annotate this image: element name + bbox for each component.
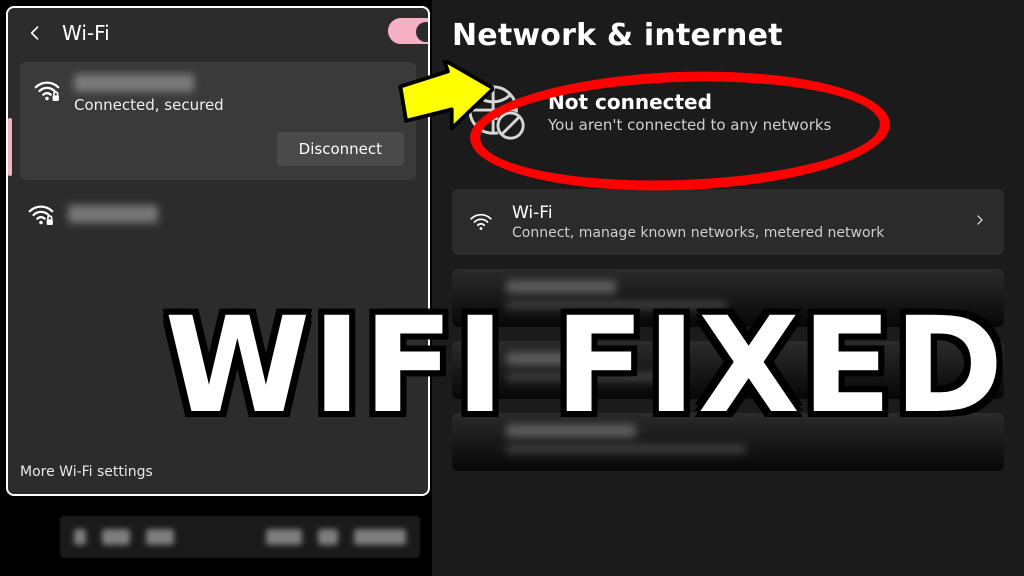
globe-disconnected-icon	[466, 81, 528, 143]
taskbar-redacted	[266, 529, 302, 545]
settings-page-title: Network & internet	[452, 18, 1004, 53]
wifi-panel-title: Wi-Fi	[62, 21, 110, 45]
taskbar-redacted	[354, 529, 406, 545]
settings-row-redacted	[452, 341, 1004, 399]
toggle-knob	[416, 22, 430, 42]
settings-row-redacted	[452, 269, 1004, 327]
settings-row-redacted	[452, 413, 1004, 471]
connection-status-text: Not connected You aren't connected to an…	[548, 90, 831, 134]
wifi-toggle[interactable]	[388, 18, 430, 44]
chevron-right-icon	[972, 212, 988, 232]
back-button[interactable]	[22, 20, 48, 46]
thumbnail-stage: Wi-Fi Connected, secured D	[0, 0, 1024, 576]
arrow-left-icon	[25, 23, 45, 43]
wifi-panel-header: Wi-Fi	[20, 18, 416, 58]
ssid-redacted	[68, 205, 158, 223]
available-network-item[interactable]	[20, 198, 416, 230]
wifi-secured-icon	[32, 76, 62, 106]
wifi-quick-panel: Wi-Fi Connected, secured D	[6, 6, 430, 496]
taskbar-redacted	[74, 529, 86, 545]
selection-accent	[8, 118, 12, 176]
wifi-secured-icon	[26, 200, 56, 230]
taskbar-strip	[60, 516, 420, 558]
taskbar-redacted	[318, 529, 338, 545]
network-text: Connected, secured	[74, 74, 404, 114]
status-title: Not connected	[548, 90, 831, 114]
network-status: Connected, secured	[74, 96, 404, 114]
taskbar-redacted	[102, 529, 130, 545]
wifi-row-subtitle: Connect, manage known networks, metered …	[512, 225, 884, 241]
ssid-redacted	[74, 74, 194, 92]
wifi-settings-row[interactable]: Wi-Fi Connect, manage known networks, me…	[452, 189, 1004, 255]
disconnect-button[interactable]: Disconnect	[277, 132, 404, 166]
wifi-row-text: Wi-Fi Connect, manage known networks, me…	[512, 203, 884, 241]
more-wifi-settings-link[interactable]: More Wi-Fi settings	[20, 464, 153, 480]
network-settings-panel: Network & internet Not connected You are…	[432, 0, 1024, 576]
network-row: Connected, secured	[32, 74, 404, 114]
connected-network-card[interactable]: Connected, secured Disconnect	[20, 62, 416, 180]
status-subtitle: You aren't connected to any networks	[548, 116, 831, 134]
wifi-row-title: Wi-Fi	[512, 203, 884, 223]
wifi-icon	[468, 209, 494, 235]
taskbar-redacted	[146, 529, 174, 545]
connection-status-block: Not connected You aren't connected to an…	[452, 81, 1004, 143]
